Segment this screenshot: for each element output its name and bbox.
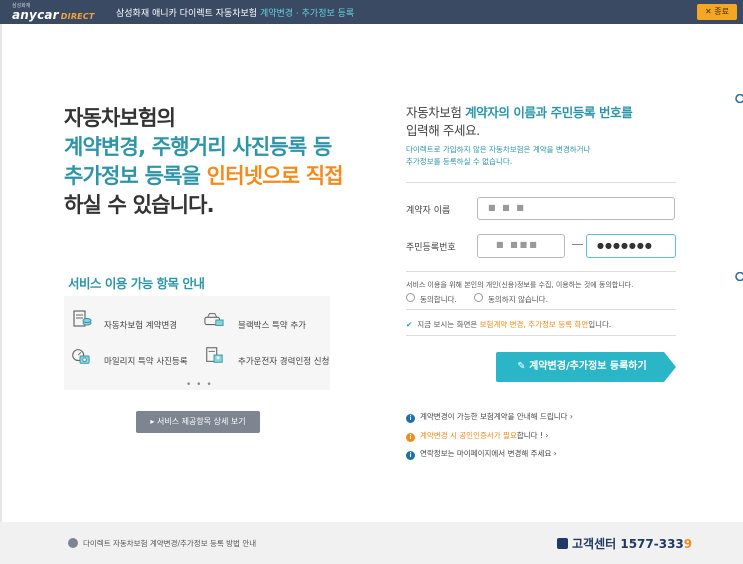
customer-center: 고객센터 1577-3339: [557, 535, 692, 552]
screen-notice: ✔ 지금 보시는 화면은 보험계약 변경, 추가정보 등록 화면입니다.: [406, 320, 612, 329]
disagree-radio[interactable]: [474, 293, 483, 302]
service-detail-button[interactable]: ▸ 서비스 제공항목 상세 보기: [136, 411, 260, 433]
logo-wordmark: anycar DIRECT: [12, 8, 95, 22]
check-icon: ✔: [406, 320, 413, 329]
globe-icon: [68, 538, 78, 548]
consent-text: 서비스 이용을 위해 본인의 개인(신용)정보를 수집, 이용하는 것에 동의합…: [406, 281, 634, 289]
services-list: 자동차보험 계약변경 블랙박스 특약 추가 마일리지 특약 사진등록 추가운전자…: [64, 296, 330, 390]
top-title: 삼성화재 애니카 다이렉트 자동차보험 계약변경 · 추가정보 등록: [116, 9, 355, 19]
side-tab-icon[interactable]: [734, 272, 743, 281]
info-icon: i: [406, 414, 415, 423]
info-contract-types[interactable]: i 계약변경이 가능한 보험계약을 안내해 드립니다 ›: [406, 411, 573, 423]
top-bar: 삼성화재 anycar DIRECT 삼성화재 애니카 다이렉트 자동차보험 계약…: [0, 0, 743, 24]
service-blackbox: 블랙박스 특약 추가: [238, 321, 306, 331]
disagree-label[interactable]: 동의하지 않습니다.: [488, 294, 548, 305]
anycar-logo[interactable]: 삼성화재 anycar DIRECT: [12, 2, 110, 22]
info-icon: i: [406, 451, 415, 460]
phone-icon: [557, 538, 568, 549]
agree-radio[interactable]: [406, 293, 415, 302]
document-coins-icon: [73, 310, 92, 327]
agree-label[interactable]: 동의합니다.: [420, 294, 457, 305]
submit-label: ✎ 계약변경/추가정보 등록하기: [517, 361, 647, 372]
car-blackbox-icon: [204, 313, 224, 326]
rrn-front-input[interactable]: ■ ■■■: [477, 234, 565, 258]
main-headline: 자동차보험의 계약변경, 주행거리 사진등록 등 추가정보 등록을 인터넷으로 …: [64, 106, 344, 217]
camera-odometer-icon: [72, 349, 90, 364]
divider: [406, 335, 676, 336]
rrn-back-input[interactable]: ●●●●●●●: [586, 234, 676, 258]
rrn-dash: [572, 244, 583, 245]
service-contract-change: 자동차보험 계약변경: [104, 321, 178, 331]
services-title: 서비스 이용 가능 항목 안내: [68, 276, 205, 291]
rrn-back-value: ●●●●●●●: [597, 241, 653, 250]
close-button[interactable]: ✕ 종료: [697, 4, 737, 20]
name-label: 계약자 이름: [406, 206, 451, 216]
info-certificate[interactable]: i 계약변경 시 공인인증서가 필요합니다 ! ›: [406, 430, 548, 442]
info-contact-change[interactable]: i 연락정보는 마이페이지에서 변경해 주세요 ›: [406, 448, 557, 460]
rrn-label: 주민등록번호: [406, 243, 456, 253]
guide-link[interactable]: 다이렉트 자동차보험 계약변경/추가정보 등록 방법 안내: [68, 538, 256, 549]
info-icon: i: [406, 433, 415, 442]
name-input[interactable]: ■ ■ ■: [477, 197, 675, 220]
side-tab-icon[interactable]: [734, 94, 743, 103]
divider: [406, 182, 676, 183]
name-value: ■ ■ ■: [488, 203, 526, 212]
edit-icon: ✎: [517, 361, 530, 372]
left-edge-divider: [0, 24, 2, 522]
service-extra-driver: 추가운전자 경력인정 신청: [238, 357, 330, 367]
divider: [406, 309, 676, 310]
form-note: 다이렉트로 가입하지 않은 자동차보험은 계약을 변경하거나 추가정보를 등록하…: [406, 145, 591, 166]
driver-id-icon: [206, 347, 223, 363]
rrn-front-value: ■ ■■■: [496, 240, 539, 249]
footer: 다이렉트 자동차보험 계약변경/추가정보 등록 방법 안내 고객센터 1577-…: [0, 522, 743, 564]
more-services-indicator: • • •: [186, 380, 213, 390]
submit-button[interactable]: ✎ 계약변경/추가정보 등록하기: [496, 352, 676, 382]
divider: [406, 271, 676, 272]
form-title: 자동차보험 계약자의 이름과 주민등록 번호를 입력해 주세요.: [406, 105, 633, 138]
service-mileage-photo: 마일리지 특약 사진등록: [104, 357, 188, 367]
